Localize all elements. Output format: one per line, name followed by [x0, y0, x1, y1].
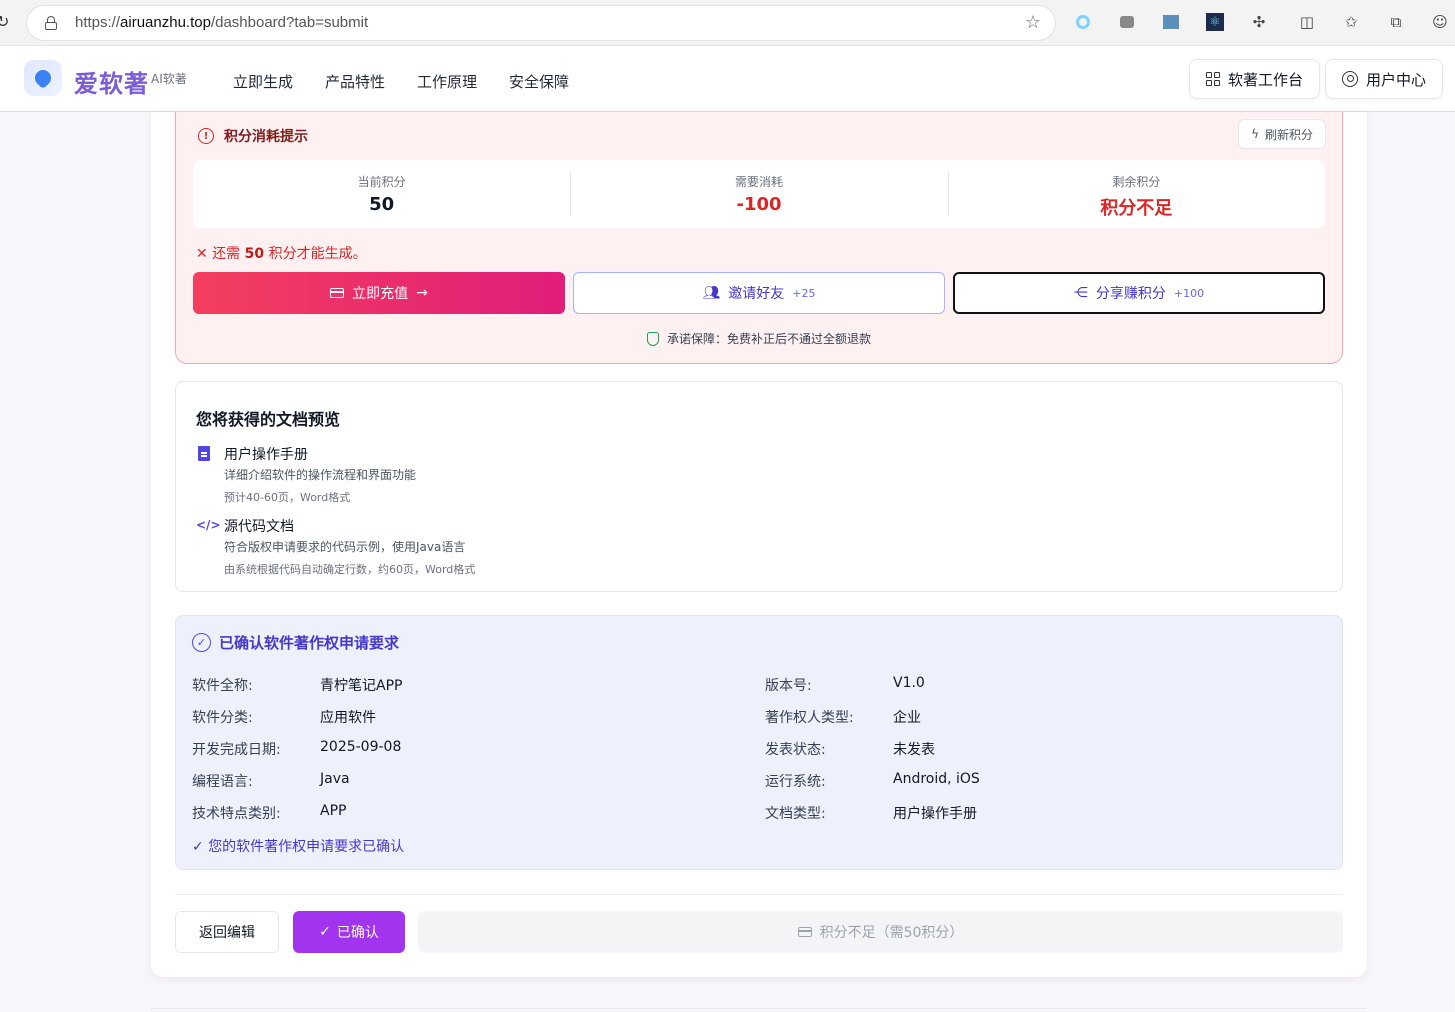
address-bar[interactable]: https://airuanzhu.top/dashboard?tab=subm… [26, 5, 1056, 41]
check-circle-icon: ✓ [192, 633, 211, 652]
points-needed-message: ✕ 还需 50 积分才能生成。 [196, 246, 367, 262]
collections-icon[interactable]: ⧉ [1386, 12, 1406, 32]
field-label: 文档类型: [765, 806, 826, 822]
lock-icon [45, 16, 57, 30]
nav-security[interactable]: 安全保障 [509, 71, 569, 92]
split-view-icon[interactable]: ◫ [1297, 12, 1317, 32]
doc-item-source-code: </> 源代码文档 符合版权申请要求的代码示例，使用Java语言 由系统根据代码… [196, 518, 476, 576]
bookmark-star-icon[interactable]: ☆ [1025, 12, 1041, 33]
users-icon: 👥︎ [702, 285, 721, 301]
field-label: 发表状态: [765, 742, 826, 758]
confirmed-message: ✓ 您的软件著作权申请要求已确认 [192, 839, 405, 855]
arrow-right-icon: → [416, 285, 428, 301]
brand-subtitle: AI软著 [151, 72, 187, 86]
field-label: 软件全称: [192, 678, 253, 694]
extension-react-icon[interactable]: ⚛ [1205, 12, 1225, 32]
check-icon: ✓ [192, 839, 204, 855]
field-label: 运行系统: [765, 774, 826, 790]
app-header: 爱软著 AI软著 立即生成 产品特性 工作原理 安全保障 软著工作台 用户中心 [0, 46, 1455, 112]
nav-features[interactable]: 产品特性 [325, 71, 385, 92]
brand-name[interactable]: 爱软著 [74, 64, 149, 99]
logo-icon[interactable] [24, 60, 62, 96]
generate-disabled-button[interactable]: 积分不足（需50积分） [418, 911, 1343, 953]
main-card: ! 积分消耗提示 ϟ 刷新积分 当前积分 50 需要消耗 -100 剩余积分 积… [151, 112, 1367, 977]
code-icon: </> [196, 518, 221, 532]
extension-circle-icon[interactable] [1073, 12, 1093, 32]
user-center-button[interactable]: 用户中心 [1325, 59, 1444, 99]
cost-points: 需要消耗 -100 [570, 160, 947, 228]
field-value: 企业 [893, 710, 921, 726]
check-icon: ✓ [319, 924, 331, 940]
field-value: 应用软件 [320, 710, 376, 726]
remaining-points: 剩余积分 积分不足 [947, 160, 1325, 228]
document-preview: 您将获得的文档预览 用户操作手册 详细介绍软件的操作流程和界面功能 预计40-6… [175, 381, 1343, 592]
lightning-icon: ϟ [1251, 127, 1259, 141]
share-icon: ⋲ [1073, 285, 1088, 301]
field-value: Android, iOS [893, 771, 980, 787]
current-points: 当前积分 50 [357, 175, 406, 215]
field-value: 2025-09-08 [320, 739, 402, 755]
field-label: 编程语言: [192, 774, 253, 790]
workbench-button[interactable]: 软著工作台 [1189, 59, 1321, 99]
points-stats: 当前积分 50 需要消耗 -100 剩余积分 积分不足 [193, 160, 1325, 228]
field-value: V1.0 [893, 675, 925, 691]
field-value: APP [320, 803, 347, 819]
file-icon [198, 446, 210, 461]
confirmed-button[interactable]: ✓ 已确认 [293, 911, 405, 953]
field-label: 技术特点类别: [192, 806, 281, 822]
doc-item-manual: 用户操作手册 详细介绍软件的操作流程和界面功能 预计40-60页，Word格式 [196, 444, 416, 505]
credit-card-icon [797, 927, 812, 937]
field-value: 用户操作手册 [893, 806, 977, 822]
x-icon: ✕ [196, 246, 208, 262]
field-value: 青柠笔记APP [320, 678, 403, 694]
next-card-edge [151, 1008, 1367, 1012]
url-text: https://airuanzhu.top/dashboard?tab=subm… [75, 14, 369, 31]
refresh-points-button[interactable]: ϟ 刷新积分 [1238, 119, 1326, 149]
shield-icon [646, 331, 659, 346]
favorites-icon[interactable]: ✩ [1341, 12, 1361, 32]
field-value: 未发表 [893, 742, 935, 758]
reload-icon[interactable]: ↻ [0, 12, 9, 31]
browser-toolbar: ↻ https://airuanzhu.top/dashboard?tab=su… [0, 0, 1455, 46]
field-label: 开发完成日期: [192, 742, 281, 758]
refund-guarantee: 承诺保障：免费补正后不通过全额退款 [176, 330, 1342, 347]
confirmed-requirements: ✓ 已确认软件著作权申请要求 软件全称: 青柠笔记APP 软件分类: 应用软件 … [175, 615, 1343, 870]
back-to-edit-button[interactable]: 返回编辑 [175, 911, 279, 953]
nav-how-it-works[interactable]: 工作原理 [417, 71, 477, 92]
share-earn-button[interactable]: ⋲ 分享赚积分 +100 [953, 272, 1325, 314]
divider [175, 894, 1343, 895]
preview-title: 您将获得的文档预览 [196, 410, 341, 429]
profile-icon[interactable]: ☺ [1430, 12, 1450, 32]
confirm-title: ✓ 已确认软件著作权申请要求 [192, 632, 399, 653]
points-panel: ! 积分消耗提示 ϟ 刷新积分 当前积分 50 需要消耗 -100 剩余积分 积… [175, 112, 1343, 364]
credit-card-icon [330, 288, 345, 298]
field-value: Java [320, 771, 350, 787]
nav-generate[interactable]: 立即生成 [233, 71, 293, 92]
recharge-button[interactable]: 立即充值 → [193, 272, 565, 314]
extension-tab-icon[interactable] [1117, 12, 1137, 32]
invite-friends-button[interactable]: 👥︎ 邀请好友 +25 [573, 272, 945, 314]
points-title: ! 积分消耗提示 [198, 126, 308, 146]
field-label: 版本号: [765, 678, 812, 694]
alert-icon: ! [198, 128, 214, 144]
extensions-puzzle-icon[interactable]: ✣ [1249, 12, 1269, 32]
field-label: 著作权人类型: [765, 710, 854, 726]
grid-icon [1206, 72, 1220, 86]
extension-image-icon[interactable] [1161, 12, 1181, 32]
user-icon [1342, 71, 1358, 87]
field-label: 软件分类: [192, 710, 253, 726]
